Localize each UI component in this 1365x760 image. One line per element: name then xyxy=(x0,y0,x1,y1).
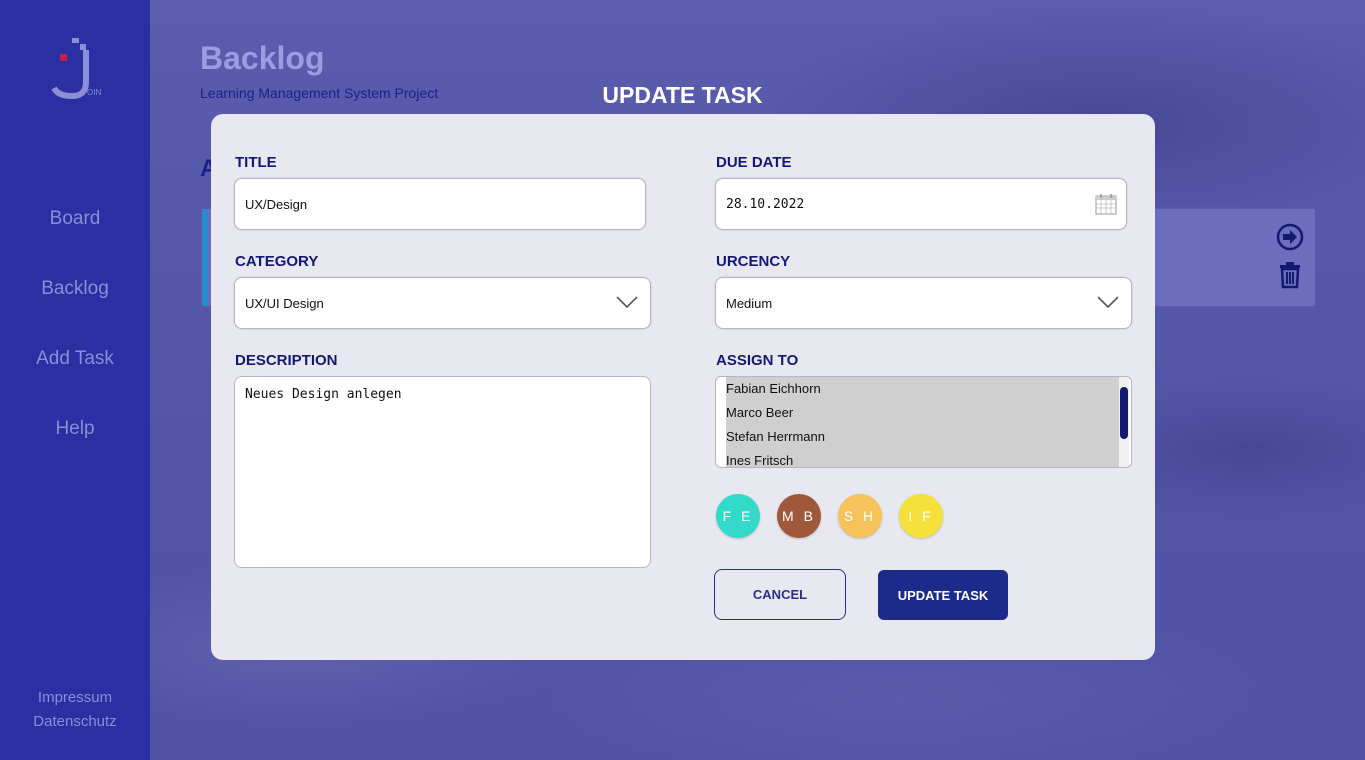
modal-heading: UPDATE TASK xyxy=(602,82,763,108)
title-input[interactable]: UX/Design xyxy=(234,178,646,230)
due-date-label: DUE DATE xyxy=(716,154,792,171)
avatar: M B xyxy=(777,494,821,538)
title-label: TITLE xyxy=(235,154,277,171)
assign-to-listbox[interactable]: Fabian Eichhorn Marco Beer Stefan Herrma… xyxy=(715,376,1132,468)
listbox-scroll-thumb[interactable] xyxy=(1120,387,1128,439)
chevron-down-icon xyxy=(616,296,638,309)
assign-to-label: ASSIGN TO xyxy=(716,352,799,369)
nav-backlog[interactable]: Backlog xyxy=(0,278,150,300)
assignee-option[interactable]: Marco Beer xyxy=(726,401,1123,425)
description-textarea[interactable]: Neues Design anlegen xyxy=(234,376,651,568)
urgency-select[interactable]: Medium xyxy=(715,277,1132,329)
nav-help[interactable]: Help xyxy=(0,418,150,440)
avatar: S H xyxy=(838,494,882,538)
category-label: CATEGORY xyxy=(235,253,319,270)
assignee-option[interactable]: Fabian Eichhorn xyxy=(726,377,1123,401)
cancel-button[interactable]: CANCEL xyxy=(714,569,846,620)
category-value: UX/UI Design xyxy=(245,295,324,311)
page-title: Backlog xyxy=(200,40,325,76)
chevron-down-icon xyxy=(1097,296,1119,309)
update-task-modal: TITLE UX/Design DUE DATE 28.10.2022 CATE… xyxy=(211,114,1155,660)
update-task-button[interactable]: UPDATE TASK xyxy=(878,570,1008,620)
title-value: UX/Design xyxy=(245,196,308,212)
assignee-option[interactable]: Stefan Herrmann xyxy=(726,425,1123,449)
move-to-board-icon[interactable] xyxy=(1275,222,1305,252)
nav-add-task[interactable]: Add Task xyxy=(0,348,150,370)
datenschutz-link[interactable]: Datenschutz xyxy=(0,713,150,730)
urgency-value: Medium xyxy=(726,295,773,311)
nav-board[interactable]: Board xyxy=(0,208,150,230)
category-select[interactable]: UX/UI Design xyxy=(234,277,651,329)
due-date-value: 28.10.2022 xyxy=(726,196,805,212)
due-date-input[interactable]: 28.10.2022 xyxy=(715,178,1127,230)
assignee-option[interactable]: Ines Fritsch xyxy=(726,449,1123,467)
description-value: Neues Design anlegen xyxy=(245,387,402,402)
impressum-link[interactable]: Impressum xyxy=(0,689,150,706)
urgency-label: URCENCY xyxy=(716,253,791,270)
avatar: I F xyxy=(899,494,943,538)
avatar: F E xyxy=(716,494,760,538)
trash-icon[interactable] xyxy=(1275,259,1305,289)
calendar-icon[interactable] xyxy=(1094,192,1118,216)
sidebar: OIN Board Backlog Add Task Help Impressu… xyxy=(0,0,150,760)
description-label: DESCRIPTION xyxy=(235,352,338,369)
task-card-category-strip xyxy=(202,209,208,306)
